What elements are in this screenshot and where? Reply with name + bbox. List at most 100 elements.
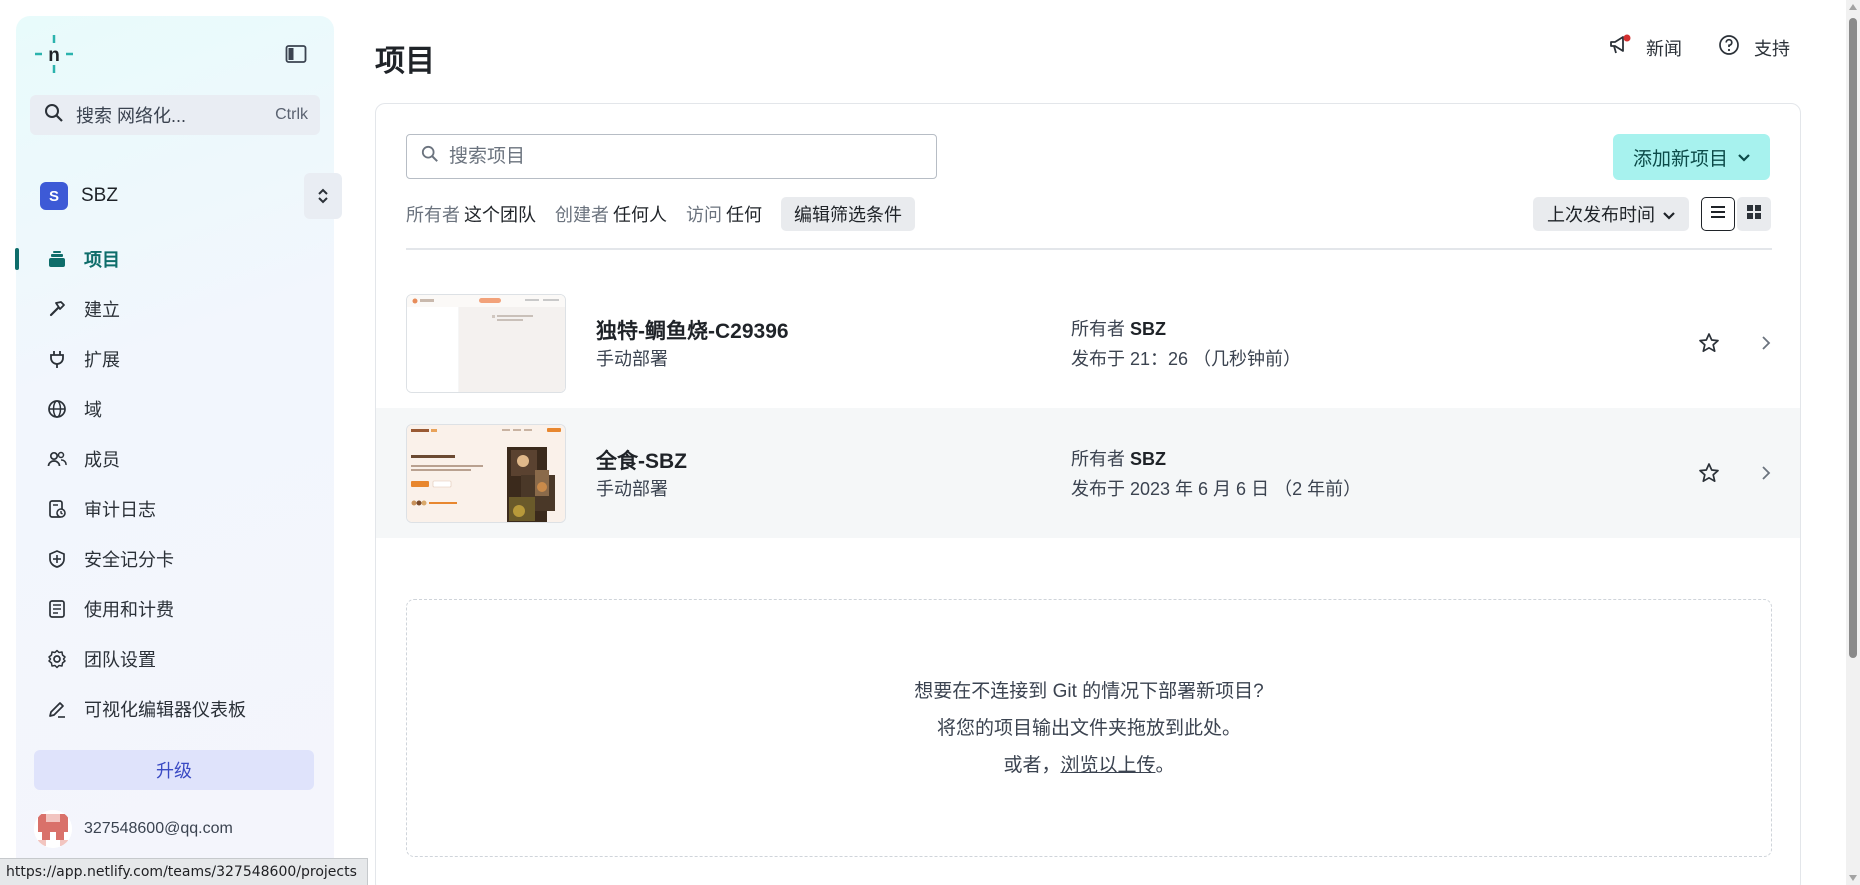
project-thumbnail	[406, 294, 566, 393]
netlify-logo-icon[interactable]: n	[34, 34, 74, 74]
sidebar-item-audit-log[interactable]: 审计日志	[16, 484, 334, 534]
view-toggle	[1701, 197, 1771, 231]
scrollbar-thumb[interactable]	[1849, 18, 1857, 658]
project-search[interactable]	[406, 134, 937, 179]
sidebar-item-security-scorecard[interactable]: 安全记分卡	[16, 534, 334, 584]
filter-creator[interactable]: 创建者 任何人	[555, 201, 667, 227]
project-thumbnail	[406, 424, 566, 523]
filter-value: 任何人	[613, 205, 667, 225]
sidebar-item-label: 安全记分卡	[84, 550, 174, 570]
project-name[interactable]: 全食-SBZ	[596, 445, 687, 475]
sidebar-item-label: 审计日志	[84, 500, 156, 520]
sidebar-item-extensions[interactable]: 扩展	[16, 334, 334, 384]
project-published: 发布于 2023 年 6 月 6 日 （2 年前）	[1071, 479, 1362, 499]
layers-icon	[46, 248, 68, 270]
project-owner: 所有者 SBZ	[1071, 445, 1166, 471]
add-new-project-button[interactable]: 添加新项目	[1612, 134, 1770, 180]
chevron-right-icon[interactable]	[1756, 332, 1776, 354]
owner-prefix: 所有者	[1071, 319, 1125, 339]
team-selector[interactable]: S SBZ	[40, 173, 342, 219]
megaphone-icon	[1608, 34, 1632, 61]
search-input[interactable]	[449, 145, 929, 168]
upgrade-button[interactable]: 升级	[34, 750, 314, 790]
star-icon[interactable]	[1696, 330, 1722, 356]
divider	[406, 248, 1772, 250]
team-avatar: S	[40, 182, 68, 210]
drag-drop-zone[interactable]: 想要在不连接到 Git 的情况下部署新项目? 将您的项目输出文件夹拖放到此处。 …	[406, 599, 1772, 857]
sidebar-item-members[interactable]: 成员	[16, 434, 334, 484]
scroll-up-icon[interactable]	[1849, 4, 1857, 10]
dropzone-line-1: 想要在不连接到 Git 的情况下部署新项目?	[914, 680, 1264, 702]
filter-owner[interactable]: 所有者 这个团队	[406, 201, 536, 227]
page-scrollbar[interactable]	[1846, 0, 1860, 885]
project-row[interactable]: 全食-SBZ 手动部署 所有者 SBZ 发布于 2023 年 6 月 6 日 （…	[376, 408, 1800, 538]
browse-upload-link[interactable]: 浏览以上传	[1060, 755, 1155, 776]
filter-value: 任何	[726, 205, 762, 225]
project-name[interactable]: 独特-鲷鱼烧-C29396	[596, 315, 789, 345]
globe-icon	[46, 398, 68, 420]
sidebar-item-team-settings[interactable]: 团队设置	[16, 634, 334, 684]
sidebar-search-label: 搜索 网络化...	[76, 106, 187, 126]
team-switch-button[interactable]	[304, 173, 342, 219]
top-actions: 新闻 支持	[1608, 34, 1790, 61]
news-label: 新闻	[1646, 38, 1682, 59]
status-url: https://app.netlify.com/teams/327548600/…	[0, 858, 368, 885]
page-title: 项目	[375, 45, 435, 78]
sidebar-item-usage-billing[interactable]: 使用和计费	[16, 584, 334, 634]
add-project-label: 添加新项目	[1632, 148, 1728, 170]
sidebar-item-label: 项目	[84, 250, 120, 270]
users-icon	[46, 448, 68, 470]
plug-icon	[46, 348, 68, 370]
filter-bar: 所有者 这个团队 创建者 任何人 访问 任何 编辑筛选条件	[406, 197, 915, 231]
owner-name: SBZ	[1130, 449, 1167, 469]
user-email: 327548600@qq.com	[84, 820, 233, 837]
search-icon	[421, 145, 439, 168]
filter-access[interactable]: 访问 任何	[686, 201, 762, 227]
list-view-button[interactable]	[1701, 197, 1735, 231]
sidebar-search[interactable]: 搜索 网络化... Ctrlk	[30, 95, 320, 135]
sort-label: 上次发布时间	[1547, 205, 1655, 225]
pencil-icon	[46, 698, 68, 720]
filter-key: 所有者	[406, 205, 460, 225]
sidebar-item-label: 建立	[84, 300, 120, 320]
search-shortcut: Ctrlk	[275, 106, 308, 123]
filter-value: 这个团队	[464, 205, 536, 225]
user-menu[interactable]: 327548600@qq.com	[34, 810, 233, 848]
sidebar: n 搜索 网络化... Ctrlk S SBZ 项目 建立 扩展 域 成员 审计…	[15, 16, 342, 885]
sidebar-item-domains[interactable]: 域	[16, 384, 334, 434]
star-icon[interactable]	[1696, 460, 1722, 486]
grid-view-button[interactable]	[1737, 197, 1771, 231]
sidebar-item-visual-editor[interactable]: 可视化编辑器仪表板	[16, 684, 334, 734]
sidebar-nav: 项目 建立 扩展 域 成员 审计日志 安全记分卡 使用和计费 团队设置 可视化编…	[15, 234, 334, 734]
team-name: SBZ	[81, 185, 118, 206]
avatar	[34, 810, 72, 848]
projects-panel: 添加新项目 所有者这个团队 创建者任何人 访问任何 编辑筛选条件 上次发布时间	[375, 103, 1801, 885]
owner-prefix: 所有者	[1071, 449, 1125, 469]
scroll-down-icon[interactable]	[1849, 875, 1857, 881]
sidebar-item-label: 使用和计费	[84, 600, 174, 620]
project-owner: 所有者 SBZ	[1071, 315, 1166, 341]
project-published: 发布于 21：26 （几秒钟前）	[1071, 349, 1302, 369]
project-row[interactable]: 独特-鲷鱼烧-C29396 手动部署 所有者 SBZ 发布于 21：26 （几秒…	[376, 278, 1800, 408]
shield-icon	[46, 548, 68, 570]
filter-key: 创建者	[555, 205, 609, 225]
svg-text:n: n	[48, 45, 60, 66]
chevron-right-icon[interactable]	[1756, 462, 1776, 484]
sidebar-item-projects[interactable]: 项目	[15, 234, 334, 284]
news-button[interactable]: 新闻	[1608, 34, 1682, 61]
hammer-icon	[46, 298, 68, 320]
sort-dropdown[interactable]: 上次发布时间	[1533, 197, 1689, 231]
owner-name: SBZ	[1130, 319, 1167, 339]
filter-key: 访问	[686, 205, 722, 225]
support-button[interactable]: 支持	[1718, 34, 1790, 61]
audit-log-icon	[46, 498, 68, 520]
billing-icon	[46, 598, 68, 620]
sidebar-item-builds[interactable]: 建立	[16, 284, 334, 334]
dropzone-suffix: 。	[1155, 754, 1175, 776]
edit-filters-button[interactable]: 编辑筛选条件	[781, 197, 915, 231]
dropzone-line-3: 或者，浏览以上传。	[1003, 747, 1174, 784]
support-label: 支持	[1754, 38, 1790, 59]
sidebar-collapse-icon[interactable]	[284, 42, 308, 66]
gear-icon	[46, 648, 68, 670]
chevron-down-icon	[1663, 204, 1675, 225]
